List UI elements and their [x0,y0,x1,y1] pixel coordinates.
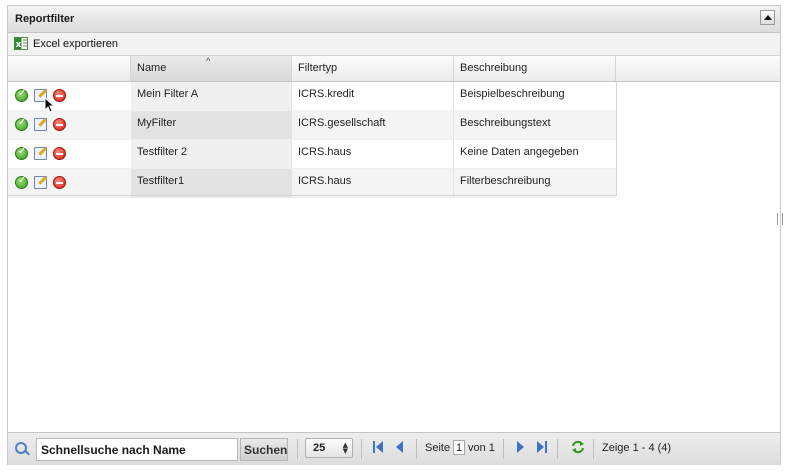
grid-body: Mein Filter A ICRS.kredit Beispielbeschr… [8,82,616,198]
column-header-filtertyp-label: Filtertyp [298,62,338,74]
sort-asc-icon: ^ [206,56,211,66]
separator [503,439,504,459]
activate-icon[interactable] [15,88,28,102]
edit-icon[interactable] [34,147,47,160]
table-row[interactable]: Mein Filter A ICRS.kredit Beispielbeschr… [8,82,616,111]
mouse-cursor-icon [44,97,54,113]
delete-icon[interactable] [53,89,66,102]
page-label: Seite [425,442,451,454]
cell-filtertyp: ICRS.haus [292,169,454,197]
panel-titlebar: Reportfilter [8,6,780,33]
grid-header: ^ Name Filtertyp Beschreibung [8,56,780,82]
paging-toolbar: Schnellsuche nach Name Suchen 25 ▲ ▼ Seit… [8,432,780,465]
page-size-value: 25 [313,442,326,454]
next-page-icon[interactable] [514,441,526,453]
svg-text:x: x [16,40,22,50]
excel-icon: x [14,37,28,50]
cell-name: Mein Filter A [131,82,292,110]
cell-filtertyp: ICRS.gesellschaft [292,111,454,139]
cell-beschreibung: Keine Daten angegeben [460,146,579,158]
activate-icon[interactable] [15,175,28,189]
separator [361,439,362,459]
cell-beschreibung: Beschreibungstext [460,117,551,129]
refresh-icon[interactable] [570,440,586,454]
page-size-select[interactable]: 25 ▲ ▼ [305,438,353,458]
reportfilter-panel: Reportfilter x Excel exportieren ^ Name … [7,5,783,465]
panel-title: Reportfilter [15,13,75,25]
resize-handle[interactable] [777,213,783,225]
cell-name: MyFilter [131,111,292,139]
cell-filtertyp: ICRS.haus [292,140,454,168]
last-page-icon[interactable] [535,441,547,453]
first-page-icon[interactable] [373,441,385,453]
delete-icon[interactable] [53,147,66,160]
cell-beschreibung: Beispielbeschreibung [460,88,565,100]
column-header-beschreibung-label: Beschreibung [460,62,528,74]
cell-name: Testfilter1 [131,169,292,197]
edit-icon[interactable] [34,118,47,131]
separator [557,439,558,459]
page-number-input[interactable]: 1 [453,440,465,455]
paging-summary: Zeige 1 - 4 (4) [602,442,672,454]
prev-page-icon[interactable] [394,441,406,453]
separator [297,439,298,459]
column-header-name[interactable]: ^ Name [131,56,292,81]
column-header-beschreibung[interactable]: Beschreibung [454,56,616,81]
activate-icon[interactable] [15,146,28,160]
collapse-button[interactable] [760,10,775,25]
column-header-filtertyp[interactable]: Filtertyp [292,56,454,81]
search-button[interactable]: Suchen [240,438,288,461]
delete-icon[interactable] [53,176,66,189]
activate-icon[interactable] [15,117,28,131]
page-of-label: von 1 [468,442,495,454]
separator [416,439,417,459]
column-header-name-label: Name [137,62,167,74]
cell-name: Testfilter 2 [131,140,292,168]
excel-export-button[interactable]: Excel exportieren [33,38,118,50]
search-icon [15,442,27,454]
cell-beschreibung: Filterbeschreibung [460,175,551,187]
edit-icon[interactable] [34,176,47,189]
quick-search-input[interactable]: Schnellsuche nach Name [36,438,238,461]
table-row[interactable]: MyFilter ICRS.gesellschaft Beschreibungs… [8,111,616,140]
column-header-actions [8,56,131,81]
select-arrows-icon: ▲ ▼ [342,441,348,455]
separator [593,439,594,459]
table-row[interactable]: Testfilter1 ICRS.haus Filterbeschreibung [8,169,616,198]
table-row[interactable]: Testfilter 2 ICRS.haus Keine Daten angeg… [8,140,616,169]
cell-filtertyp: ICRS.kredit [292,82,454,110]
toolbar: x Excel exportieren [8,33,780,56]
delete-icon[interactable] [53,118,66,131]
